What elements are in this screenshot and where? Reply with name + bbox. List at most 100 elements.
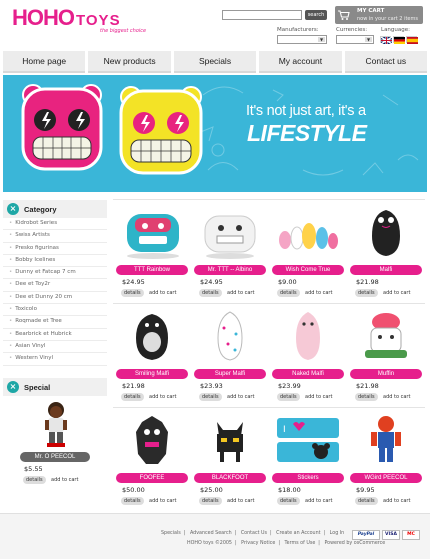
- footer-link[interactable]: Specials: [161, 531, 181, 536]
- details-button[interactable]: details: [277, 393, 300, 401]
- category-item[interactable]: Western Vinyl: [3, 353, 107, 366]
- special-product-name[interactable]: Mr. O PEECOL: [20, 452, 90, 462]
- product-name[interactable]: TTT Rainbow: [116, 265, 188, 275]
- product-image[interactable]: [115, 204, 189, 262]
- footer-link[interactable]: Contact Us: [241, 531, 267, 536]
- product-name[interactable]: Smiling Malfi: [116, 369, 188, 379]
- details-button[interactable]: details: [355, 393, 378, 401]
- manufacturers-select[interactable]: ▼: [277, 35, 327, 44]
- flag-spain-icon[interactable]: [406, 36, 418, 44]
- category-item[interactable]: Toxicolo: [3, 304, 107, 317]
- product-image[interactable]: [271, 204, 345, 262]
- category-item[interactable]: Dee et Dunny 20 cm: [3, 292, 107, 305]
- product-card: Mr. TTT -- Albino $24.95 details add to …: [191, 202, 269, 302]
- details-button[interactable]: details: [355, 289, 378, 297]
- yellow-bear-toy: [119, 86, 203, 175]
- chevron-down-icon: ▼: [365, 37, 372, 42]
- search-button[interactable]: search: [305, 10, 327, 20]
- product-name[interactable]: Naked Malfi: [272, 369, 344, 379]
- product-image[interactable]: [349, 308, 423, 366]
- product-name[interactable]: Mr. TTT -- Albino: [194, 265, 266, 275]
- flag-uk-icon[interactable]: [380, 36, 392, 44]
- product-image[interactable]: [193, 204, 267, 262]
- pink-bear-toy: [21, 84, 103, 171]
- nav-specials[interactable]: Specials: [173, 51, 257, 73]
- product-price: $25.00: [200, 486, 223, 494]
- nav-my-account[interactable]: My account: [259, 51, 342, 73]
- category-item[interactable]: Bobby Icelines: [3, 255, 107, 268]
- details-button[interactable]: details: [277, 289, 300, 297]
- nav-home[interactable]: Home page: [3, 51, 86, 73]
- add-to-cart-button[interactable]: add to cart: [149, 393, 176, 401]
- category-item[interactable]: Swiss Artists: [3, 230, 107, 243]
- category-item[interactable]: Dunny et Fatcap 7 cm: [3, 267, 107, 280]
- cart-box[interactable]: MY CART now in your cart 2 items: [335, 6, 423, 24]
- details-button[interactable]: details: [199, 497, 222, 505]
- add-to-cart-button[interactable]: add to cart: [305, 289, 332, 297]
- add-to-cart-button[interactable]: add to cart: [305, 497, 332, 505]
- paypal-icon: PayPal: [352, 530, 380, 540]
- add-to-cart-button[interactable]: add to cart: [227, 393, 254, 401]
- footer-link[interactable]: Privacy Notice: [241, 541, 275, 546]
- footer-link[interactable]: Powered by osCommerce: [324, 541, 385, 546]
- details-button[interactable]: details: [199, 393, 222, 401]
- manufacturers-label: Manufacturers:: [277, 27, 319, 33]
- category-item[interactable]: Roqmade et Tree: [3, 316, 107, 329]
- product-card: Super Malfi $23.93 details add to cart: [191, 306, 269, 406]
- special-product-image[interactable]: [31, 400, 81, 450]
- category-item[interactable]: Asian Vinyl: [3, 341, 107, 354]
- product-name[interactable]: Super Malfi: [194, 369, 266, 379]
- add-to-cart-button[interactable]: add to cart: [149, 497, 176, 505]
- add-to-cart-button[interactable]: add to cart: [383, 289, 410, 297]
- product-name[interactable]: Stickers: [272, 473, 344, 483]
- flag-germany-icon[interactable]: [393, 36, 405, 44]
- category-item[interactable]: Kidrobot Series: [3, 218, 107, 231]
- footer-link[interactable]: Advanced Search: [190, 531, 232, 536]
- special-add-to-cart-button[interactable]: add to cart: [51, 476, 78, 484]
- add-to-cart-button[interactable]: add to cart: [383, 497, 410, 505]
- footer-link[interactable]: Log In: [330, 531, 345, 536]
- category-item[interactable]: Presko figurinas: [3, 243, 107, 255]
- product-name[interactable]: WGird PEECOL: [350, 473, 422, 483]
- currencies-select[interactable]: ▼: [336, 35, 374, 44]
- details-button[interactable]: details: [121, 393, 144, 401]
- details-button[interactable]: details: [199, 289, 222, 297]
- product-name[interactable]: Malfi: [350, 265, 422, 275]
- special-details-button[interactable]: details: [23, 476, 46, 484]
- product-image[interactable]: [349, 412, 423, 470]
- add-to-cart-button[interactable]: add to cart: [227, 289, 254, 297]
- hero-banner[interactable]: It's not just art, it's a LIFESTYLE: [3, 75, 427, 192]
- footer-link[interactable]: Create an Account: [276, 531, 320, 536]
- copyright-text: HOHO toys ©2005: [187, 541, 232, 546]
- details-button[interactable]: details: [355, 497, 378, 505]
- product-image[interactable]: [115, 308, 189, 366]
- nav-new-products[interactable]: New products: [88, 51, 171, 73]
- product-image[interactable]: [349, 204, 423, 262]
- product-name[interactable]: Wish Come True: [272, 265, 344, 275]
- nav-contact-us[interactable]: Contact us: [344, 51, 428, 73]
- product-card: Malfi $21.98 details add to cart: [347, 202, 425, 302]
- product-name[interactable]: BLACKFOOT: [194, 473, 266, 483]
- details-button[interactable]: details: [121, 497, 144, 505]
- svg-text:I: I: [283, 425, 286, 435]
- add-to-cart-button[interactable]: add to cart: [383, 393, 410, 401]
- details-button[interactable]: details: [121, 289, 144, 297]
- category-item[interactable]: Dee et Toy2r: [3, 279, 107, 292]
- add-to-cart-button[interactable]: add to cart: [305, 393, 332, 401]
- logo-brand: HOHO: [12, 5, 75, 30]
- add-to-cart-button[interactable]: add to cart: [227, 497, 254, 505]
- details-button[interactable]: details: [277, 497, 300, 505]
- add-to-cart-button[interactable]: add to cart: [149, 289, 176, 297]
- product-price: $18.00: [278, 486, 301, 494]
- product-image[interactable]: [271, 308, 345, 366]
- product-name[interactable]: Muffin: [350, 369, 422, 379]
- logo[interactable]: HOHO TOYS the biggest choice: [12, 5, 146, 35]
- search-input[interactable]: [222, 10, 302, 20]
- product-name[interactable]: FOOFEE: [116, 473, 188, 483]
- product-image[interactable]: [115, 412, 189, 470]
- product-image[interactable]: [193, 412, 267, 470]
- category-item[interactable]: Bearbrick et Hubrick: [3, 329, 107, 341]
- footer-link[interactable]: Terms of Use: [285, 541, 316, 546]
- product-image[interactable]: I: [271, 412, 345, 470]
- product-image[interactable]: [193, 308, 267, 366]
